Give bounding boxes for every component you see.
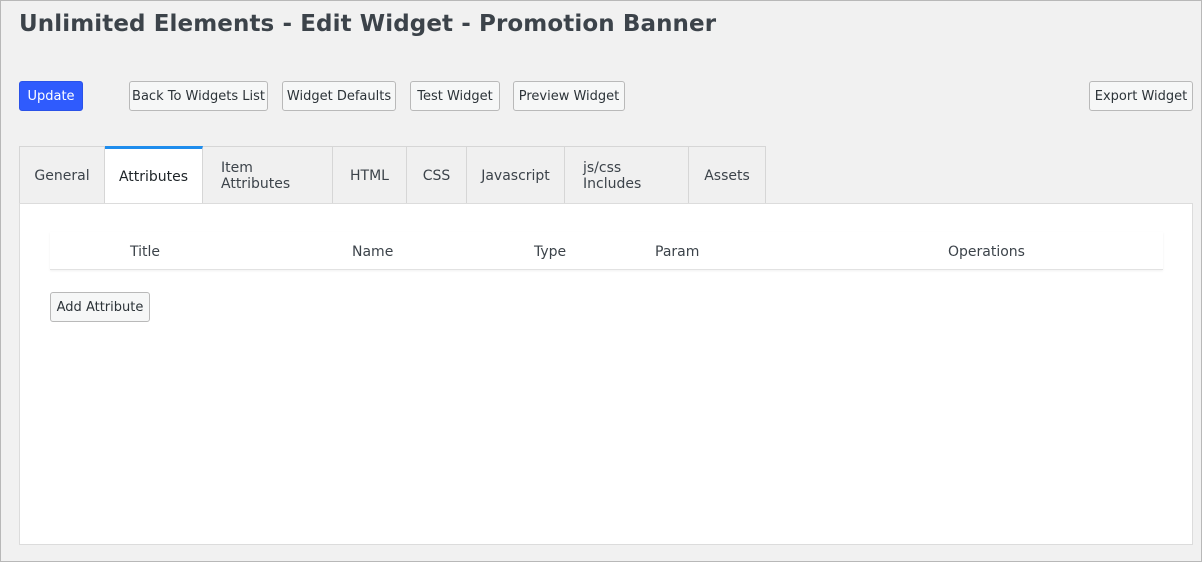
update-button[interactable]: Update bbox=[19, 81, 83, 111]
tab-html[interactable]: HTML bbox=[333, 147, 407, 204]
column-header-title: Title bbox=[130, 244, 161, 260]
widget-editor-tabs: General Attributes Item Attributes HTML … bbox=[19, 146, 766, 204]
preview-widget-button[interactable]: Preview Widget bbox=[513, 81, 625, 111]
tab-javascript[interactable]: Javascript bbox=[467, 147, 565, 204]
export-widget-button[interactable]: Export Widget bbox=[1089, 81, 1193, 111]
column-header-type: Type bbox=[534, 244, 567, 260]
column-header-operations: Operations bbox=[948, 244, 1025, 260]
tab-general[interactable]: General bbox=[20, 147, 105, 204]
page-title: Unlimited Elements - Edit Widget - Promo… bbox=[19, 11, 717, 37]
tab-assets[interactable]: Assets bbox=[689, 147, 765, 204]
tab-css[interactable]: CSS bbox=[407, 147, 467, 204]
widget-defaults-button[interactable]: Widget Defaults bbox=[282, 81, 396, 111]
test-widget-button[interactable]: Test Widget bbox=[410, 81, 500, 111]
column-header-name: Name bbox=[352, 244, 394, 260]
column-header-param: Param bbox=[655, 244, 700, 260]
tab-js-css-includes[interactable]: js/css Includes bbox=[565, 147, 689, 204]
edit-widget-page: Unlimited Elements - Edit Widget - Promo… bbox=[0, 0, 1202, 562]
tab-item-attributes[interactable]: Item Attributes bbox=[203, 147, 333, 204]
back-to-widgets-list-button[interactable]: Back To Widgets List bbox=[129, 81, 268, 111]
attributes-panel: Title Name Type Param Operations Add Att… bbox=[19, 203, 1193, 545]
tab-attributes[interactable]: Attributes bbox=[105, 146, 203, 204]
add-attribute-button[interactable]: Add Attribute bbox=[50, 292, 150, 322]
attributes-table-header: Title Name Type Param Operations bbox=[50, 232, 1163, 270]
